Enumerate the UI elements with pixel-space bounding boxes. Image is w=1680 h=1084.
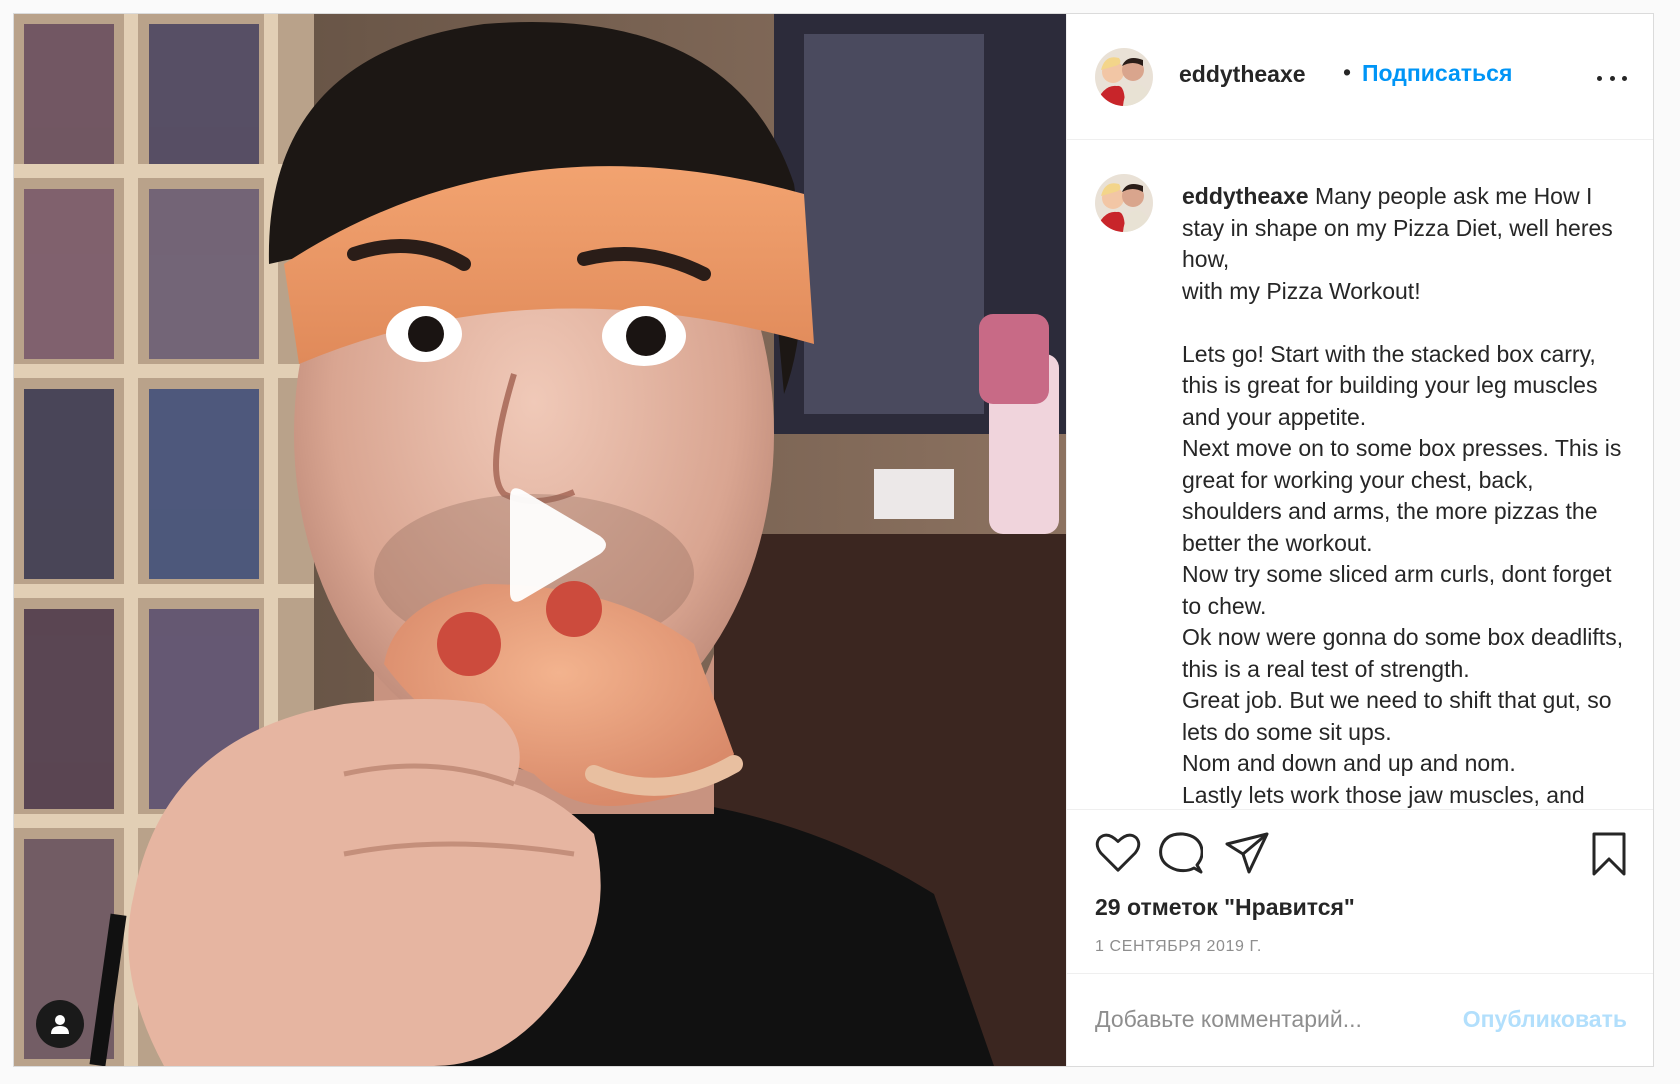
caption-text: eddytheaxe Many people ask me How I stay… [1182, 181, 1632, 809]
more-options-icon[interactable] [1597, 72, 1627, 84]
post-date[interactable]: 1 СЕНТЯБРЯ 2019 Г. [1095, 938, 1262, 956]
avatar-image [1095, 174, 1153, 232]
publish-comment-button[interactable]: Опубликовать [1463, 1006, 1627, 1033]
comment-input[interactable] [1095, 1006, 1435, 1033]
author-avatar[interactable] [1095, 48, 1153, 106]
follow-button[interactable]: Подписаться [1362, 60, 1512, 87]
post-header: eddytheaxe • Подписаться [1067, 14, 1653, 140]
comment-icon[interactable] [1159, 832, 1203, 874]
caption-author-avatar[interactable] [1095, 174, 1153, 232]
play-icon [510, 488, 606, 602]
user-tags-button[interactable] [36, 1000, 84, 1048]
caption-username[interactable]: eddytheaxe [1182, 183, 1309, 209]
avatar-image [1095, 48, 1153, 106]
play-button[interactable] [492, 480, 612, 610]
heart-icon[interactable] [1095, 832, 1141, 874]
user-tag-icon [51, 1015, 69, 1034]
caption-body: Many people ask me How I stay in shape o… [1182, 183, 1624, 808]
post-actions: 29 отметок "Нравится" 1 СЕНТЯБРЯ 2019 Г. [1067, 809, 1653, 974]
author-username[interactable]: eddytheaxe [1179, 61, 1306, 88]
post-video[interactable] [14, 14, 1066, 1066]
header-separator: • [1343, 59, 1352, 85]
caption-section: eddytheaxe Many people ask me How I stay… [1067, 141, 1653, 809]
post-side-panel: eddytheaxe • Подписаться eddytheaxe Many… [1066, 14, 1653, 1066]
add-comment-section: Опубликовать [1067, 974, 1653, 1066]
bookmark-icon[interactable] [1591, 832, 1627, 876]
share-icon[interactable] [1225, 832, 1269, 874]
post-container: eddytheaxe • Подписаться eddytheaxe Many… [13, 13, 1654, 1067]
likes-count[interactable]: 29 отметок "Нравится" [1095, 894, 1355, 921]
